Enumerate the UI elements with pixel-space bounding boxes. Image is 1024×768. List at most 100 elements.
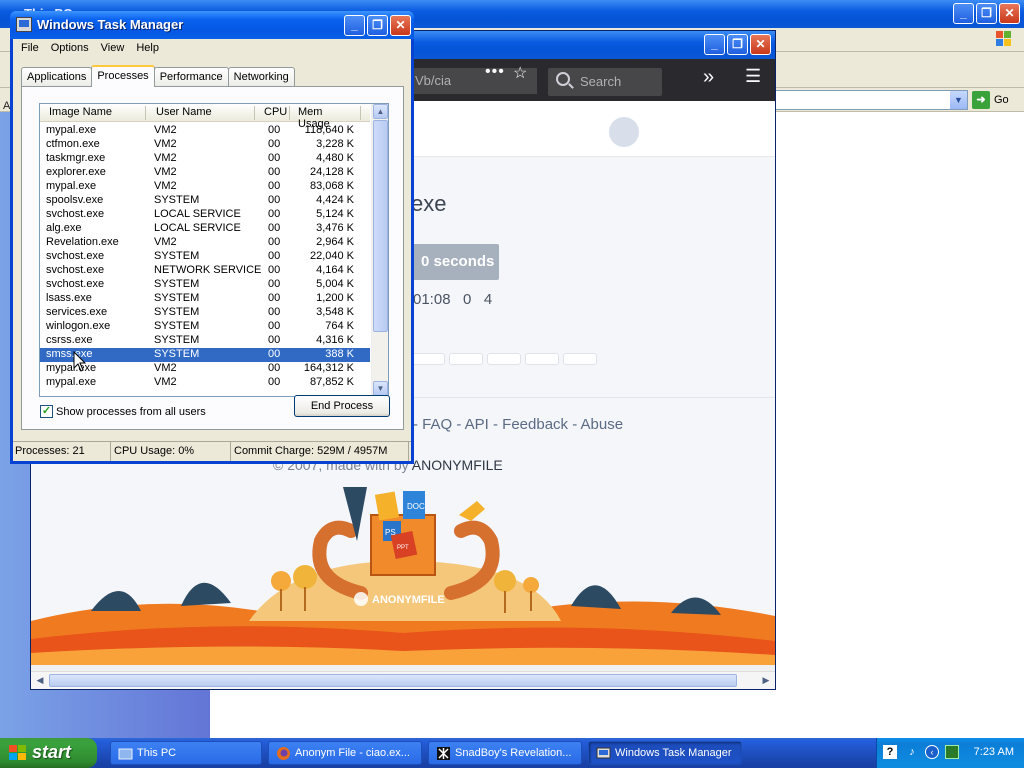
process-image-name: lsass.exe [46,292,92,304]
column-mem-usage[interactable]: Mem Usage [291,106,361,130]
search-input[interactable]: Search [548,68,662,96]
taskbar-button-this-pc[interactable]: This PC [110,741,262,765]
horizontal-scrollbar[interactable]: ◀ ▶ [31,671,775,689]
taskmgr-maximize-button[interactable]: ❐ [367,15,388,36]
firefox-maximize-button[interactable]: ❐ [727,34,748,55]
taskbar-button-task-manager[interactable]: Windows Task Manager [588,741,742,765]
menu-view[interactable]: View [95,39,131,59]
menu-options[interactable]: Options [45,39,95,59]
address-dropdown-icon[interactable]: ▼ [950,91,967,109]
process-row[interactable]: spoolsv.exe SYSTEM 00 4,424 K [40,194,370,208]
process-image-name: Revelation.exe [46,236,119,248]
explorer-maximize-button[interactable]: ❐ [976,3,997,24]
process-user-name: VM2 [154,180,177,192]
process-row[interactable]: winlogon.exe SYSTEM 00 764 K [40,320,370,334]
process-row[interactable]: svchost.exe SYSTEM 00 5,004 K [40,278,370,292]
process-row[interactable]: svchost.exe LOCAL SERVICE 00 5,124 K [40,208,370,222]
tab-networking[interactable]: Networking [227,67,295,87]
column-image-name[interactable]: Image Name [40,106,146,120]
firefox-close-button[interactable]: ✕ [750,34,771,55]
process-row[interactable]: taskmgr.exe VM2 00 4,480 K [40,152,370,166]
process-row[interactable]: lsass.exe SYSTEM 00 1,200 K [40,292,370,306]
volume-icon[interactable]: ♪ [905,745,919,759]
column-user-name[interactable]: User Name [147,106,255,120]
process-row[interactable]: mypal.exe VM2 00 164,312 K [40,362,370,376]
tab-performance[interactable]: Performance [153,67,229,87]
scroll-right-icon[interactable]: ▶ [758,673,774,688]
end-process-button[interactable]: End Process [294,395,390,417]
process-row[interactable]: mypal.exe VM2 00 87,852 K [40,376,370,390]
hamburger-menu-icon[interactable]: ☰ [745,66,761,87]
page-actions-icon[interactable]: ••• [485,63,505,81]
download-button[interactable]: 0 seconds [403,244,499,280]
share-pill[interactable] [525,353,559,365]
share-pill[interactable] [449,353,483,365]
bookmark-star-icon[interactable]: ☆ [513,63,527,83]
tab-processes[interactable]: Processes [91,65,155,87]
process-row[interactable]: Revelation.exe VM2 00 2,964 K [40,236,370,250]
process-row[interactable]: svchost.exe SYSTEM 00 22,040 K [40,250,370,264]
process-row[interactable]: csrss.exe SYSTEM 00 4,316 K [40,334,370,348]
process-list[interactable]: Image Name User Name CPU Mem Usage mypal… [39,103,389,397]
taskbar-button-revelation[interactable]: SnadBoy's Revelation... [428,741,582,765]
explorer-minimize-button[interactable]: _ [953,3,974,24]
process-row[interactable]: alg.exe LOCAL SERVICE 00 3,476 K [40,222,370,236]
process-row[interactable]: mypal.exe VM2 00 83,068 K [40,180,370,194]
clock[interactable]: 7:23 AM [974,746,1014,758]
taskbar-button-firefox[interactable]: Anonym File - ciao.ex... [268,741,422,765]
process-row[interactable]: ctfmon.exe VM2 00 3,228 K [40,138,370,152]
share-pill[interactable] [411,353,445,365]
system-tray: ? ♪ ‹ 7:23 AM [876,738,1024,768]
process-cpu: 00 [268,376,281,388]
process-cpu: 00 [268,306,281,318]
process-row[interactable]: smss.exe SYSTEM 00 388 K [40,348,370,362]
process-row[interactable]: mypal.exe VM2 00 118,640 K [40,124,370,138]
copyright-brand[interactable]: ANONYMFILE [412,457,503,473]
process-mem-usage: 388 K [325,348,354,360]
menu-file[interactable]: File [15,39,45,59]
process-row[interactable]: svchost.exe NETWORK SERVICE 00 4,164 K [40,264,370,278]
process-row[interactable]: explorer.exe VM2 00 24,128 K [40,166,370,180]
overflow-chevron-icon[interactable]: » [703,66,714,89]
process-user-name: VM2 [154,166,177,178]
cpu-meter-icon[interactable] [945,745,959,759]
firefox-minimize-button[interactable]: _ [704,34,725,55]
checkbox-checked-icon[interactable]: ✓ [40,405,53,418]
show-all-processes-checkbox[interactable]: ✓ Show processes from all users [40,405,206,418]
revelation-icon [437,747,450,760]
start-button[interactable]: start [0,738,97,768]
help-icon[interactable]: ? [883,745,897,759]
go-button[interactable]: ➜ Go [972,91,1009,109]
folder-icon [118,748,133,760]
menu-help[interactable]: Help [130,39,165,59]
go-label: Go [994,94,1009,106]
scroll-left-icon[interactable]: ◀ [32,673,48,688]
scroll-up-icon[interactable]: ▲ [373,104,388,119]
task-manager-title-bar[interactable]: Windows Task Manager _ ❐ ✕ [10,11,414,39]
url-text: Vb/cia [415,73,452,88]
process-image-name: ctfmon.exe [46,138,100,150]
explorer-close-button[interactable]: ✕ [999,3,1020,24]
address-input[interactable]: ▼ [770,90,968,110]
column-cpu[interactable]: CPU [256,106,290,120]
tab-applications[interactable]: Applications [21,67,93,87]
process-list-scrollbar[interactable]: ▲ ▼ [371,104,388,396]
process-cpu: 00 [268,208,281,220]
scrollbar-thumb[interactable] [373,120,388,332]
process-user-name: LOCAL SERVICE [154,208,241,220]
taskmgr-minimize-button[interactable]: _ [344,15,365,36]
scroll-down-icon[interactable]: ▼ [373,381,388,396]
share-pill[interactable] [487,353,521,365]
share-buttons [411,353,597,365]
scrollbar-thumb[interactable] [49,674,737,687]
process-image-name: winlogon.exe [46,320,111,332]
start-label: start [32,742,72,762]
process-mem-usage: 764 K [325,320,354,332]
process-image-name: mypal.exe [46,180,97,192]
share-pill[interactable] [563,353,597,365]
footer-links[interactable]: - FAQ - API - Feedback - Abuse [413,416,623,433]
task-manager-window: Windows Task Manager _ ❐ ✕ File Options … [10,11,414,464]
collapse-tray-icon[interactable]: ‹ [925,745,939,759]
process-row[interactable]: services.exe SYSTEM 00 3,548 K [40,306,370,320]
taskmgr-close-button[interactable]: ✕ [390,15,411,36]
